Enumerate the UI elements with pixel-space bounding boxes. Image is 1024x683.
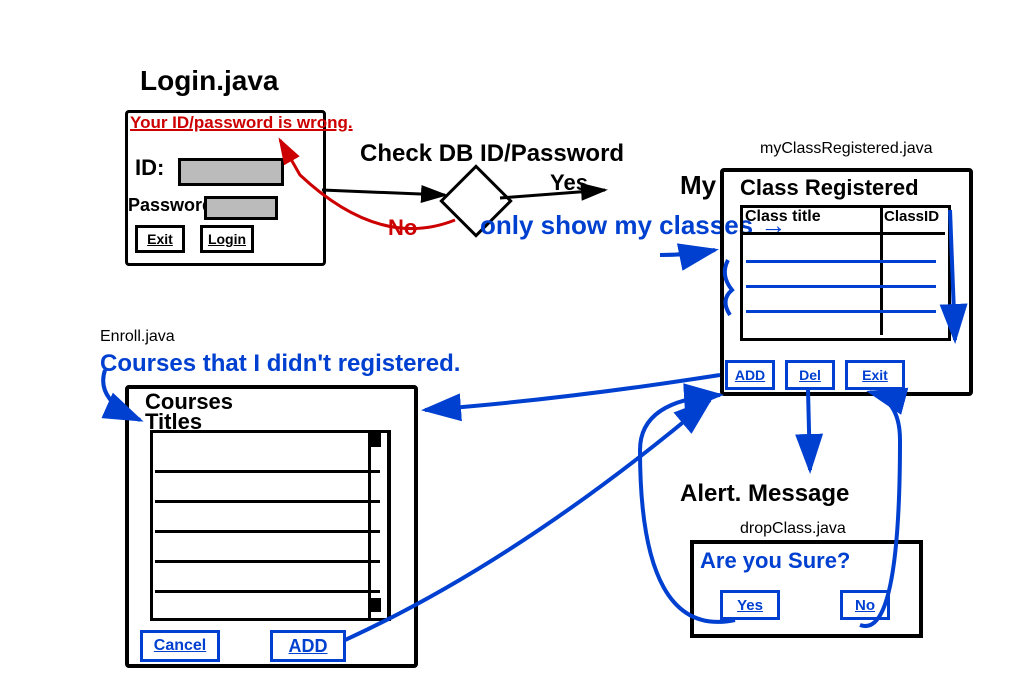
registered-col-divider xyxy=(880,205,883,335)
drop-no-button[interactable]: No xyxy=(840,590,890,620)
drop-file-label: dropClass.java xyxy=(740,520,846,538)
login-error-text: Your ID/password is wrong. xyxy=(130,113,360,133)
enroll-header: Courses Titles xyxy=(145,392,233,432)
registered-row xyxy=(746,310,936,313)
registered-row xyxy=(746,260,936,263)
enroll-row xyxy=(155,500,380,503)
enroll-cancel-button[interactable]: Cancel xyxy=(140,630,220,662)
scroll-down-icon[interactable] xyxy=(371,598,381,612)
registered-header-divider xyxy=(740,232,945,235)
drop-question: Are you Sure? xyxy=(700,548,850,574)
enroll-row xyxy=(155,470,380,473)
login-exit-button[interactable]: Exit xyxy=(135,225,185,253)
enroll-file-label: Enroll.java xyxy=(100,328,175,346)
registered-row xyxy=(746,285,936,288)
registered-exit-button[interactable]: Exit xyxy=(845,360,905,390)
password-input[interactable] xyxy=(204,196,278,220)
alert-message-label: Alert. Message xyxy=(680,480,849,508)
decision-yes-label: Yes xyxy=(550,170,588,196)
registered-file-label: myClassRegistered.java xyxy=(760,140,933,158)
enroll-row xyxy=(155,560,380,563)
scroll-up-icon[interactable] xyxy=(371,433,381,447)
registered-th-title: Class title xyxy=(745,208,821,226)
login-submit-button[interactable]: Login xyxy=(200,225,254,253)
decision-no-label: No xyxy=(388,215,417,241)
id-label: ID: xyxy=(135,155,164,181)
registered-th-id: ClassID xyxy=(884,208,939,225)
login-file-label: Login.java xyxy=(140,65,278,97)
enroll-row xyxy=(155,590,380,593)
registered-header: Class Registered xyxy=(740,175,919,201)
enroll-annotation: Courses that I didn't registered. xyxy=(100,350,460,378)
enroll-add-button[interactable]: ADD xyxy=(270,630,346,662)
id-input[interactable] xyxy=(178,158,284,186)
registered-del-button[interactable]: Del xyxy=(785,360,835,390)
my-label: My xyxy=(680,170,716,201)
drop-yes-button[interactable]: Yes xyxy=(720,590,780,620)
enroll-row xyxy=(155,530,380,533)
registered-add-button[interactable]: ADD xyxy=(725,360,775,390)
decision-label: Check DB ID/Password xyxy=(360,140,624,168)
